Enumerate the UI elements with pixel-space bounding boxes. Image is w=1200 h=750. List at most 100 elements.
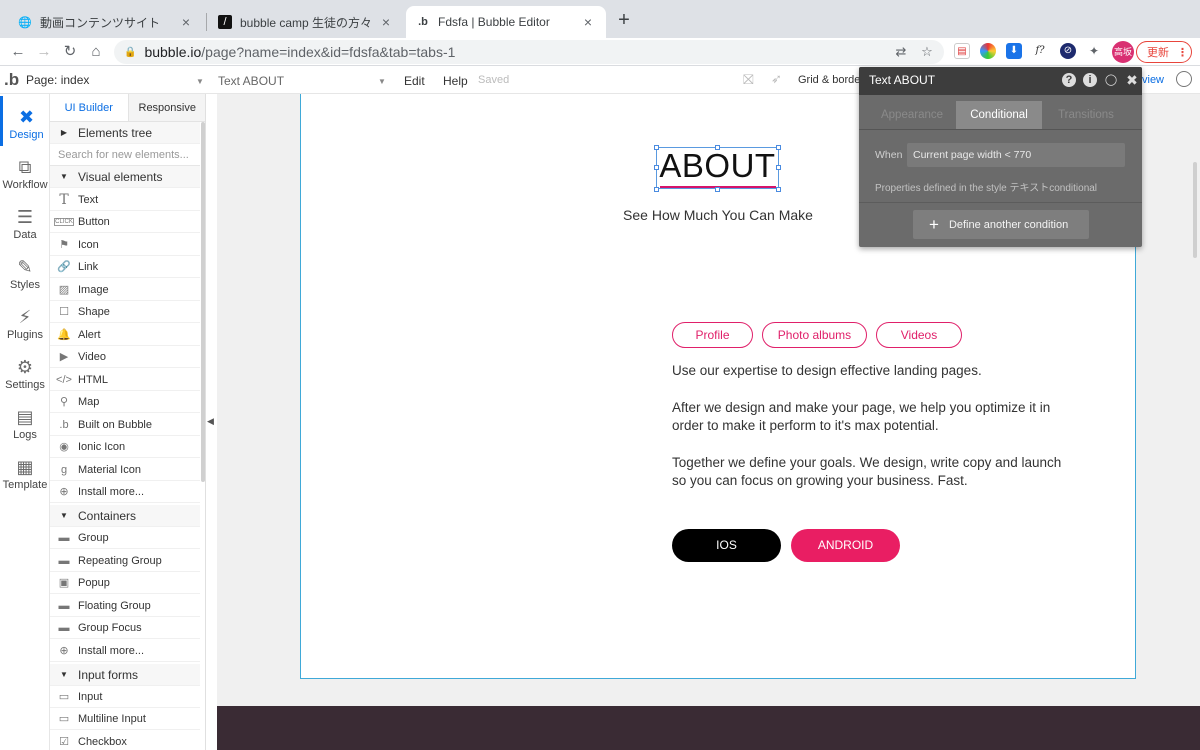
resize-handle[interactable]: [715, 187, 720, 192]
subtitle-text[interactable]: See How Much You Can Make: [600, 207, 836, 223]
resize-handle[interactable]: [776, 145, 781, 150]
element-alert[interactable]: 🔔 Alert: [50, 324, 200, 346]
profile-pill-button[interactable]: Profile: [672, 322, 753, 348]
back-arrow-icon[interactable]: ←: [8, 42, 28, 62]
element-built-on-bubble[interactable]: .b Built on Bubble: [50, 414, 200, 436]
forward-arrow-icon[interactable]: →: [34, 42, 54, 62]
close-icon[interactable]: ✖: [1125, 73, 1139, 87]
avatar[interactable]: 高坂: [1112, 41, 1134, 63]
resize-handle[interactable]: [776, 187, 781, 192]
rail-styles[interactable]: ✎ Styles: [0, 246, 50, 296]
rail-plugins[interactable]: ⚡ Plugins: [0, 296, 50, 346]
user-icon[interactable]: [1176, 71, 1192, 87]
resize-handle[interactable]: [654, 165, 659, 170]
calendar-extension-icon[interactable]: ▤: [954, 43, 970, 59]
element-install-more-containers[interactable]: ⊕ Install more...: [50, 640, 200, 662]
paragraph-text[interactable]: After we design and make your page, we h…: [672, 399, 1062, 435]
puzzle-icon[interactable]: ✦: [1086, 43, 1102, 59]
collapse-palette-icon[interactable]: ◀: [207, 416, 214, 427]
browser-tab[interactable]: 🌐 動画コンテンツサイト ×: [8, 6, 204, 38]
paragraph-text[interactable]: Use our expertise to design effective la…: [672, 362, 1062, 380]
element-text[interactable]: T Text: [50, 189, 200, 211]
section-containers[interactable]: ▼ Containers: [50, 505, 200, 527]
element-map[interactable]: ⚲ Map: [50, 391, 200, 413]
rail-settings[interactable]: ⚙ Settings: [0, 346, 50, 396]
ios-button[interactable]: IOS: [672, 529, 781, 562]
tab-conditional[interactable]: Conditional: [956, 101, 1042, 129]
update-button[interactable]: 更新 ⋮: [1136, 41, 1192, 63]
element-search-input[interactable]: Search for new elements...: [50, 144, 200, 166]
tab-ui-builder[interactable]: UI Builder: [50, 94, 128, 121]
font-extension-icon[interactable]: f?: [1032, 43, 1048, 59]
element-input[interactable]: ▭ Input: [50, 686, 200, 708]
element-html[interactable]: </> HTML: [50, 369, 200, 391]
close-icon[interactable]: ×: [178, 14, 194, 30]
download-extension-icon[interactable]: ⬇: [1006, 43, 1022, 59]
comment-icon[interactable]: ◯: [1104, 73, 1118, 87]
define-another-condition-button[interactable]: + Define another condition: [913, 210, 1089, 239]
rail-template[interactable]: ▦ Template: [0, 446, 50, 496]
elements-tree-toggle[interactable]: ▶ Elements tree: [50, 122, 200, 144]
section-visual-elements[interactable]: ▼ Visual elements: [50, 166, 200, 188]
palette-scrollbar[interactable]: [201, 122, 205, 482]
element-floating-group[interactable]: ▬ Floating Group: [50, 595, 200, 617]
element-icon[interactable]: ⚑ Icon: [50, 234, 200, 256]
element-shape[interactable]: ☐ Shape: [50, 301, 200, 323]
cursor-icon[interactable]: ➶: [771, 71, 782, 87]
element-checkbox[interactable]: ☑ Checkbox: [50, 731, 200, 750]
home-icon[interactable]: ⌂: [86, 42, 106, 62]
canvas-scrollbar[interactable]: [1193, 162, 1197, 258]
element-multiline-input[interactable]: ▭ Multiline Input: [50, 708, 200, 730]
translate-icon[interactable]: ⇄: [892, 42, 910, 62]
videos-pill-button[interactable]: Videos: [876, 322, 962, 348]
rail-logs[interactable]: ▤ Logs: [0, 396, 50, 446]
info-icon[interactable]: i: [1083, 73, 1097, 87]
element-image[interactable]: ▨ Image: [50, 279, 200, 301]
property-editor-header[interactable]: Text ABOUT ? i ◯ ✖: [859, 67, 1142, 95]
close-icon[interactable]: ×: [378, 14, 394, 30]
resize-handle[interactable]: [776, 165, 781, 170]
resize-handle[interactable]: [654, 187, 659, 192]
color-extension-icon[interactable]: [980, 43, 996, 59]
section-input-forms[interactable]: ▼ Input forms: [50, 664, 200, 686]
paragraph-text[interactable]: Together we define your goals. We design…: [672, 454, 1062, 490]
element-popup[interactable]: ▣ Popup: [50, 572, 200, 594]
element-video[interactable]: ▶ Video: [50, 346, 200, 368]
preview-link[interactable]: view: [1142, 74, 1164, 86]
help-menu[interactable]: Help: [443, 74, 468, 88]
page-selector[interactable]: Page: index: [26, 73, 89, 87]
reload-icon[interactable]: ↻: [60, 42, 80, 62]
tab-appearance[interactable]: Appearance: [869, 101, 955, 129]
resize-handle[interactable]: [715, 145, 720, 150]
star-icon[interactable]: ☆: [918, 42, 936, 62]
resize-handle[interactable]: [654, 145, 659, 150]
bubble-logo[interactable]: .b: [4, 70, 19, 90]
close-icon[interactable]: ×: [580, 14, 596, 30]
tab-responsive[interactable]: Responsive: [127, 94, 205, 121]
grid-borders-toggle[interactable]: Grid & borde: [798, 74, 860, 86]
element-selector[interactable]: Text ABOUT: [218, 74, 284, 88]
gift-icon[interactable]: ⛝: [743, 71, 754, 88]
rail-workflow[interactable]: ⧉ Workflow: [0, 146, 50, 196]
element-material-icon[interactable]: g Material Icon: [50, 459, 200, 481]
help-icon[interactable]: ?: [1062, 73, 1076, 87]
edit-menu[interactable]: Edit: [404, 74, 425, 88]
footer-section[interactable]: [217, 706, 1200, 750]
browser-tab-active[interactable]: .b Fdsfa | Bubble Editor ×: [406, 6, 606, 38]
element-group-focus[interactable]: ▬ Group Focus: [50, 617, 200, 639]
element-button[interactable]: CLICK Button: [50, 211, 200, 233]
element-ionic-icon[interactable]: ◉ Ionic Icon: [50, 436, 200, 458]
rail-data[interactable]: ☰ Data: [0, 196, 50, 246]
element-group[interactable]: ▬ Group: [50, 527, 200, 549]
rail-design[interactable]: ✖ Design: [0, 96, 50, 146]
blocker-extension-icon[interactable]: ⊘: [1060, 43, 1076, 59]
browser-tab[interactable]: / bubble camp 生徒の方々からいた ×: [208, 6, 404, 38]
photo-albums-pill-button[interactable]: Photo albums: [762, 322, 867, 348]
android-button[interactable]: ANDROID: [791, 529, 900, 562]
element-install-more[interactable]: ⊕ Install more...: [50, 481, 200, 503]
condition-expression-field[interactable]: Current page width < 770: [907, 143, 1125, 167]
tab-transitions[interactable]: Transitions: [1043, 101, 1129, 129]
element-link[interactable]: 🔗 Link: [50, 256, 200, 278]
new-tab-button[interactable]: +: [614, 10, 634, 30]
element-repeating-group[interactable]: ▬ Repeating Group: [50, 550, 200, 572]
